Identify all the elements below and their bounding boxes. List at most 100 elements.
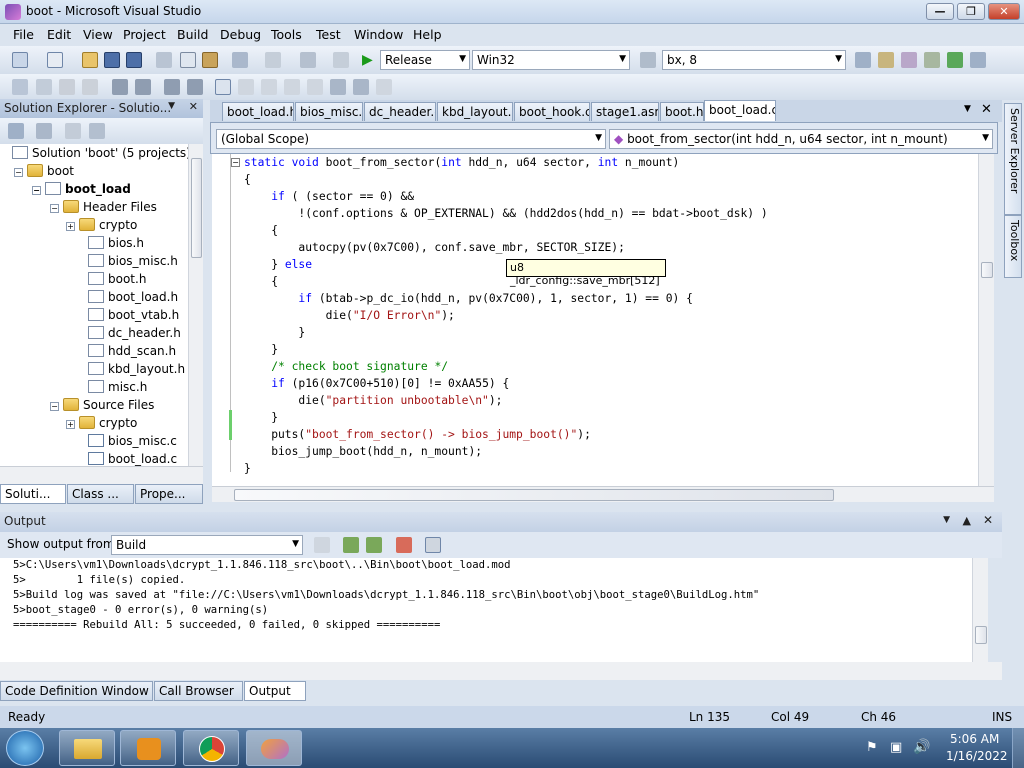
restore-button[interactable]: ❐ [957, 3, 985, 20]
class-diagram-icon[interactable] [89, 123, 105, 139]
tab-toolbox[interactable]: Toolbox [1004, 215, 1022, 278]
clear-all-icon[interactable] [396, 537, 412, 553]
scrollbar-thumb[interactable] [981, 262, 993, 278]
network-icon[interactable]: ▣ [890, 740, 902, 755]
tree-item-file[interactable]: boot_vtab.h [88, 306, 179, 324]
open-file-icon[interactable] [82, 52, 98, 68]
tab-properties[interactable]: Prope... [135, 484, 203, 504]
scrollbar-thumb[interactable] [975, 626, 987, 644]
tab-call-browser[interactable]: Call Browser [154, 681, 243, 701]
increase-indent-icon[interactable] [135, 79, 151, 95]
tab-server-explorer[interactable]: Server Explorer [1004, 103, 1022, 215]
doc-tab-boot-hook-c[interactable]: boot_hook.c [514, 102, 590, 121]
tree-item-crypto[interactable]: + crypto [66, 216, 137, 234]
volume-icon[interactable]: 🔊 [913, 739, 930, 755]
menu-project[interactable]: Project [123, 27, 166, 42]
save-icon[interactable] [104, 52, 120, 68]
quick-info-icon[interactable] [59, 79, 75, 95]
menu-build[interactable]: Build [177, 27, 208, 42]
properties-icon[interactable] [8, 123, 24, 139]
scrollbar-thumb[interactable] [191, 158, 202, 258]
menu-window[interactable]: Window [354, 27, 403, 42]
active-files-icon[interactable]: ▼ [964, 104, 971, 114]
comment-lines-icon[interactable] [164, 79, 180, 95]
display-object-member-list-icon[interactable] [12, 79, 28, 95]
tree-item-file[interactable]: dc_header.h [88, 324, 181, 342]
tree-item-file[interactable]: misc.h [88, 378, 147, 396]
start-button[interactable] [6, 730, 44, 766]
decrease-indent-icon[interactable] [112, 79, 128, 95]
toolbox-icon[interactable] [924, 52, 940, 68]
doc-tab-boot-load-c[interactable]: boot_load.c [704, 100, 776, 121]
tree-item-file[interactable]: kbd_layout.h [88, 360, 185, 378]
tab-code-definition-window[interactable]: Code Definition Window [0, 681, 153, 701]
complete-word-icon[interactable] [82, 79, 98, 95]
cut-icon[interactable] [156, 52, 172, 68]
expand-icon[interactable]: + [66, 222, 75, 231]
tree-item-source-files[interactable]: − Source Files [50, 396, 154, 414]
find-message-icon[interactable] [314, 537, 330, 553]
output-vscrollbar[interactable] [972, 558, 988, 662]
solution-configuration-select[interactable]: Release ▼ [380, 50, 470, 70]
tree-item-header-files[interactable]: − Header Files [50, 198, 157, 216]
collapse-icon[interactable]: − [50, 402, 59, 411]
menu-view[interactable]: View [83, 27, 113, 42]
tree-item-file[interactable]: boot_load.c [88, 450, 177, 466]
menu-tools[interactable]: Tools [271, 27, 302, 42]
editor-vscrollbar[interactable] [978, 154, 994, 486]
menu-edit[interactable]: Edit [47, 27, 71, 42]
tree-hscrollbar[interactable] [0, 466, 203, 484]
properties-icon[interactable] [878, 52, 894, 68]
command-window-icon[interactable] [970, 52, 986, 68]
clear-bookmarks-icon[interactable] [376, 79, 392, 95]
paste-icon[interactable] [202, 52, 218, 68]
show-all-files-icon[interactable] [36, 123, 52, 139]
previous-message-icon[interactable] [343, 537, 359, 553]
refresh-icon[interactable] [65, 123, 81, 139]
tab-solution-explorer[interactable]: Soluti... [0, 484, 66, 504]
find-combo[interactable]: bx, 8 ▼ [662, 50, 846, 70]
expand-icon[interactable]: + [66, 420, 75, 429]
tree-item-file[interactable]: hdd_scan.h [88, 342, 176, 360]
start-page-icon[interactable] [947, 52, 963, 68]
next-bookmark-folder-icon[interactable] [307, 79, 323, 95]
previous-bookmark-icon[interactable] [238, 79, 254, 95]
collapse-icon[interactable]: − [231, 158, 240, 167]
doc-tab-stage1-asm[interactable]: stage1.asm [591, 102, 659, 121]
output-source-select[interactable]: Build ▼ [111, 535, 303, 555]
tree-item-file[interactable]: bios.h [88, 234, 144, 252]
find-in-files-icon[interactable] [640, 52, 656, 68]
save-all-icon[interactable] [126, 52, 142, 68]
tab-class-view[interactable]: Class ... [67, 484, 134, 504]
menu-file[interactable]: File [13, 27, 34, 42]
tab-output[interactable]: Output [244, 681, 306, 701]
taskbar-explorer-button[interactable] [59, 730, 115, 766]
code-editor[interactable]: − static void boot_from_sector(int hdd_n… [212, 154, 994, 486]
editor-hscrollbar[interactable] [212, 486, 994, 502]
next-message-icon[interactable] [366, 537, 382, 553]
close-icon[interactable]: ✕ [983, 513, 993, 527]
object-browser-icon[interactable] [901, 52, 917, 68]
taskbar-media-player-button[interactable] [120, 730, 176, 766]
copy-icon[interactable] [180, 52, 196, 68]
action-center-icon[interactable]: ⚑ [866, 740, 878, 755]
tree-item-file[interactable]: boot.h [88, 270, 146, 288]
solution-platform-select[interactable]: Win32 ▼ [472, 50, 630, 70]
scrollbar-thumb[interactable] [234, 489, 834, 501]
tree-item-boot-load-project[interactable]: − boot_load [32, 180, 131, 198]
clock-time[interactable]: 5:06 AM [950, 732, 999, 746]
pin-icon[interactable]: ▲ [963, 514, 971, 527]
tree-item-file[interactable]: bios_misc.c [88, 432, 177, 450]
doc-tab-boot-h[interactable]: boot.h [660, 102, 704, 121]
show-desktop-button[interactable] [1012, 728, 1024, 768]
minimize-button[interactable]: — [926, 3, 954, 20]
window-position-icon[interactable]: ▼ [943, 515, 950, 525]
tree-item-file[interactable]: boot_load.h [88, 288, 178, 306]
add-item-icon[interactable] [47, 52, 63, 68]
tree-scrollbar[interactable] [188, 144, 203, 466]
toggle-bookmark-icon[interactable] [215, 79, 231, 95]
taskbar-chrome-button[interactable] [183, 730, 239, 766]
next-bookmark-doc-icon[interactable] [353, 79, 369, 95]
uncomment-lines-icon[interactable] [187, 79, 203, 95]
tree-item-file[interactable]: bios_misc.h [88, 252, 178, 270]
